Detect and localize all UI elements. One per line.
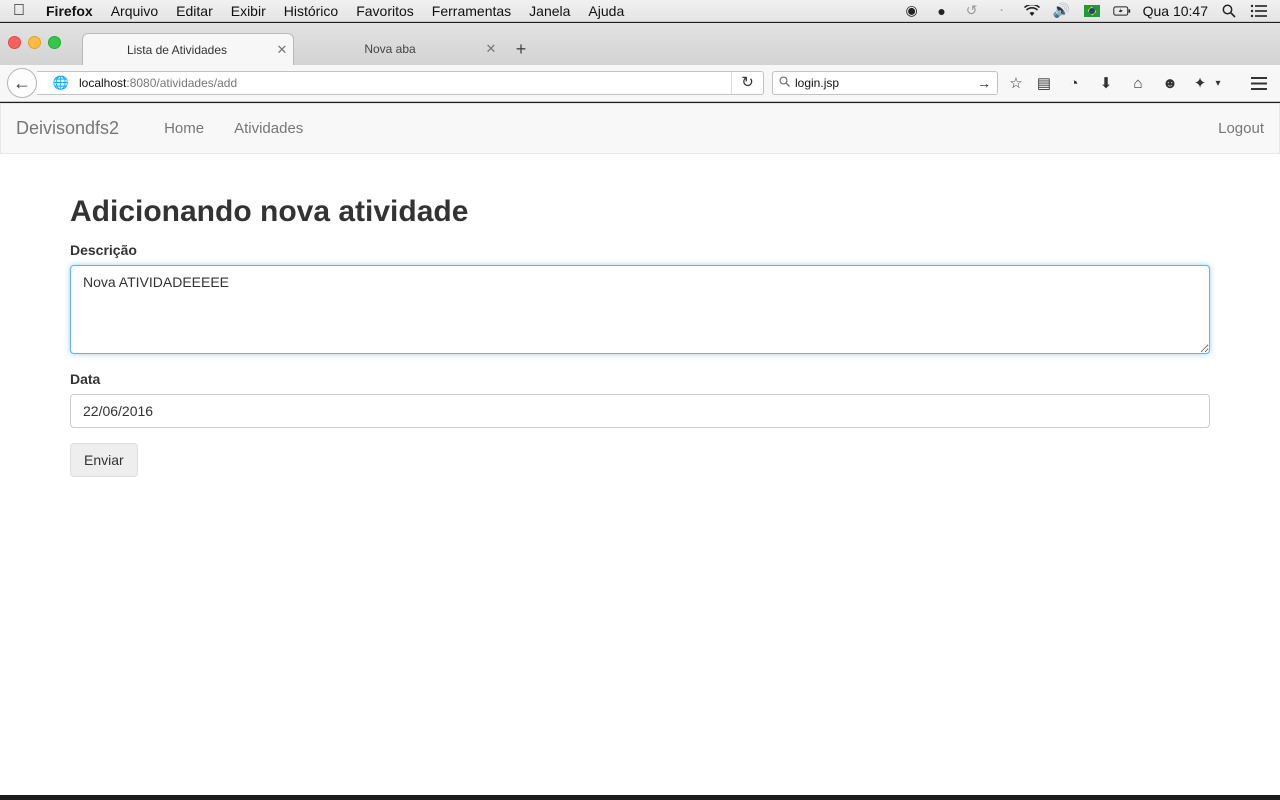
url-host: localhost — [79, 76, 127, 90]
menu-arquivo[interactable]: Arquivo — [102, 3, 167, 19]
search-go-arrow-icon[interactable]: → — [971, 75, 997, 91]
logout-link[interactable]: Logout — [1218, 120, 1279, 137]
site-brand[interactable]: Deivisondfs2 — [1, 118, 119, 139]
bluetooth-icon[interactable]: ᛫ — [993, 3, 1011, 19]
wifi-icon[interactable] — [1023, 3, 1041, 19]
menu-ajuda[interactable]: Ajuda — [579, 3, 633, 19]
close-tab-icon[interactable]: ✕ — [480, 41, 502, 57]
browser-tab-bar: Lista de Atividades ✕ Nova aba ✕ + — [0, 23, 1280, 65]
data-label: Data — [70, 371, 101, 387]
url-text[interactable]: localhost:8080/atividades/add — [71, 76, 731, 90]
site-navbar: Deivisondfs2 Home Atividades Logout — [0, 103, 1280, 154]
minimize-window-button[interactable] — [28, 36, 41, 49]
menu-editar[interactable]: Editar — [167, 3, 222, 19]
page-title: Adicionando nova atividade — [70, 195, 469, 228]
url-path: :8080/atividades/add — [126, 76, 238, 90]
browser-toolbar: 🌐 localhost:8080/atividades/add ↻ ← logi… — [0, 65, 1280, 102]
close-tab-icon[interactable]: ✕ — [271, 42, 293, 58]
search-icon — [773, 76, 795, 90]
menu-favoritos[interactable]: Favoritos — [347, 3, 423, 19]
zoom-window-button[interactable] — [48, 36, 61, 49]
reload-icon[interactable]: ↻ — [731, 72, 763, 94]
descricao-textarea[interactable]: Nova ATIVIDADEEEEE — [70, 265, 1210, 354]
notification-center-icon[interactable] — [1250, 3, 1268, 19]
close-window-button[interactable] — [8, 36, 21, 49]
extension-icon[interactable]: ✦ — [1188, 72, 1212, 94]
globe-icon: 🌐 — [52, 75, 70, 90]
menu-app-firefox[interactable]: Firefox — [38, 3, 102, 19]
menu-exibir[interactable]: Exibir — [222, 3, 275, 19]
tab-label: Nova aba — [364, 42, 416, 56]
tab-lista-de-atividades[interactable]: Lista de Atividades ✕ — [82, 33, 294, 65]
macos-menu-bar:  Firefox Arquivo Editar Exibir Históric… — [0, 0, 1280, 22]
desktop-strip — [0, 795, 1280, 800]
menu-extras: ◉ ● ↺ ᛫ 🔊 Qua 10:47 — [903, 2, 1280, 19]
spotlight-search-icon[interactable] — [1220, 3, 1238, 19]
search-value[interactable]: login.jsp — [795, 76, 971, 90]
bookmarks-list-icon[interactable]: ▤ — [1032, 72, 1056, 94]
extension-dropdown-icon[interactable]: ▾ — [1210, 72, 1226, 94]
menu-ferramentas[interactable]: Ferramentas — [423, 3, 520, 19]
nav-home[interactable]: Home — [149, 120, 219, 137]
enviar-button[interactable]: Enviar — [70, 443, 138, 477]
tab-label: Lista de Atividades — [126, 42, 228, 57]
tab-nova-aba[interactable]: Nova aba ✕ — [300, 33, 502, 65]
menubar-clock[interactable]: Qua 10:47 — [1143, 3, 1208, 19]
back-arrow-icon[interactable]: ← — [7, 68, 37, 98]
pocket-icon[interactable]: ◔ — [1062, 72, 1086, 94]
menu-historico[interactable]: Histórico — [275, 3, 347, 19]
data-input[interactable] — [70, 394, 1210, 428]
bookmark-star-icon[interactable]: ☆ — [1004, 72, 1028, 94]
volume-icon[interactable]: 🔊 — [1053, 2, 1071, 19]
web-page: Deivisondfs2 Home Atividades Logout Adic… — [0, 103, 1280, 795]
status-icon[interactable]: ◉ — [903, 2, 921, 19]
search-bar[interactable]: login.jsp → — [772, 71, 998, 95]
apple-menu-icon[interactable]:  — [0, 2, 38, 20]
download-icon[interactable]: ⬇ — [1094, 72, 1118, 94]
url-bar[interactable]: 🌐 localhost:8080/atividades/add ↻ — [37, 71, 764, 95]
battery-icon[interactable] — [1112, 3, 1131, 19]
hamburger-menu-icon[interactable] — [1247, 72, 1271, 94]
menu-janela[interactable]: Janela — [520, 3, 579, 19]
descricao-label: Descrição — [70, 242, 137, 258]
new-tab-plus-icon[interactable]: + — [510, 39, 532, 61]
home-icon[interactable]: ⌂ — [1126, 72, 1150, 94]
nav-atividades[interactable]: Atividades — [219, 120, 318, 137]
input-source-flag-icon[interactable] — [1083, 3, 1101, 19]
time-machine-icon[interactable]: ↺ — [963, 2, 981, 19]
hello-chat-icon[interactable]: ☻ — [1158, 72, 1182, 94]
activity-form: Adicionando nova atividade Descrição Nov… — [70, 195, 1210, 477]
hat-icon[interactable]: ● — [933, 3, 951, 19]
